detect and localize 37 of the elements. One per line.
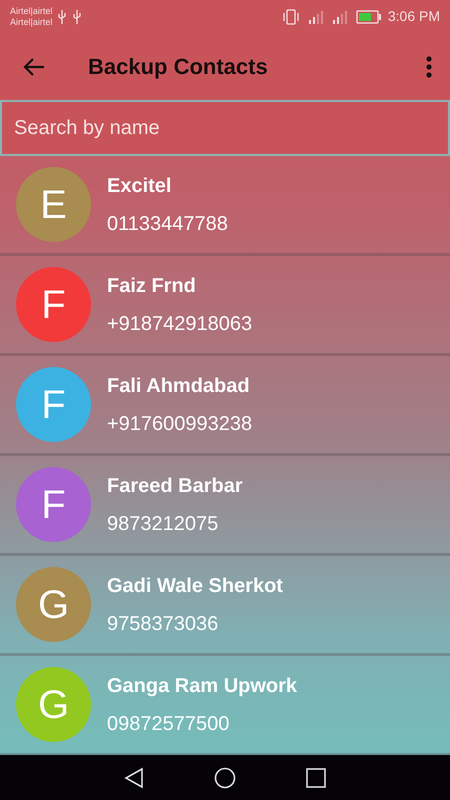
home-icon[interactable] bbox=[214, 766, 236, 788]
contact-name: Fali Ahmdabad bbox=[107, 374, 251, 398]
contact-name: Ganga Ram Upwork bbox=[107, 674, 298, 698]
search-field[interactable]: Search by name bbox=[0, 100, 450, 156]
contact-avatar: F bbox=[16, 467, 91, 542]
clock-time: 3:06 PM bbox=[388, 7, 440, 26]
contact-name: Gadi Wale Sherkot bbox=[107, 574, 283, 598]
contact-avatar: G bbox=[16, 567, 91, 642]
more-options-icon[interactable] bbox=[426, 56, 432, 78]
contact-name: Excitel bbox=[107, 174, 172, 198]
contact-avatar: F bbox=[16, 267, 91, 342]
signal-icon bbox=[308, 8, 324, 24]
phone-number: +917600993238 bbox=[107, 412, 252, 436]
contact-row[interactable]: E Excitel 01133447788 bbox=[0, 156, 450, 256]
recents-icon[interactable] bbox=[306, 768, 326, 788]
contact-row[interactable]: F Faiz Frnd +918742918063 bbox=[0, 256, 450, 356]
phone-number: 9758373036 bbox=[107, 612, 220, 636]
phone-number: +918742918063 bbox=[107, 312, 252, 336]
signal-icon bbox=[332, 8, 348, 24]
vibrate-icon bbox=[282, 8, 300, 24]
contact-avatar: F bbox=[16, 367, 91, 442]
carrier-name: Airtel|airtel bbox=[10, 16, 52, 28]
battery-icon bbox=[356, 10, 382, 24]
screen-title: Backup Contacts bbox=[88, 53, 268, 81]
phone-number: 09872577500 bbox=[107, 712, 230, 736]
carrier-name: Airtel|airtel bbox=[10, 6, 52, 16]
contact-name: Faiz Frnd bbox=[107, 274, 197, 298]
contact-row[interactable]: G Gadi Wale Sherkot 9758373036 bbox=[0, 556, 450, 656]
back-icon[interactable] bbox=[124, 766, 144, 788]
back-arrow-icon[interactable] bbox=[22, 56, 46, 76]
contact-row[interactable]: F Fareed Barbar 9873212075 bbox=[0, 456, 450, 556]
phone-number: 01133447788 bbox=[107, 212, 228, 236]
contact-avatar: E bbox=[16, 167, 91, 242]
contact-name: Fareed Barbar bbox=[107, 474, 243, 498]
phone-number: 9873212075 bbox=[107, 512, 220, 536]
contact-avatar: G bbox=[16, 667, 91, 742]
contact-row[interactable]: F Fali Ahmdabad +917600993238 bbox=[0, 356, 450, 456]
